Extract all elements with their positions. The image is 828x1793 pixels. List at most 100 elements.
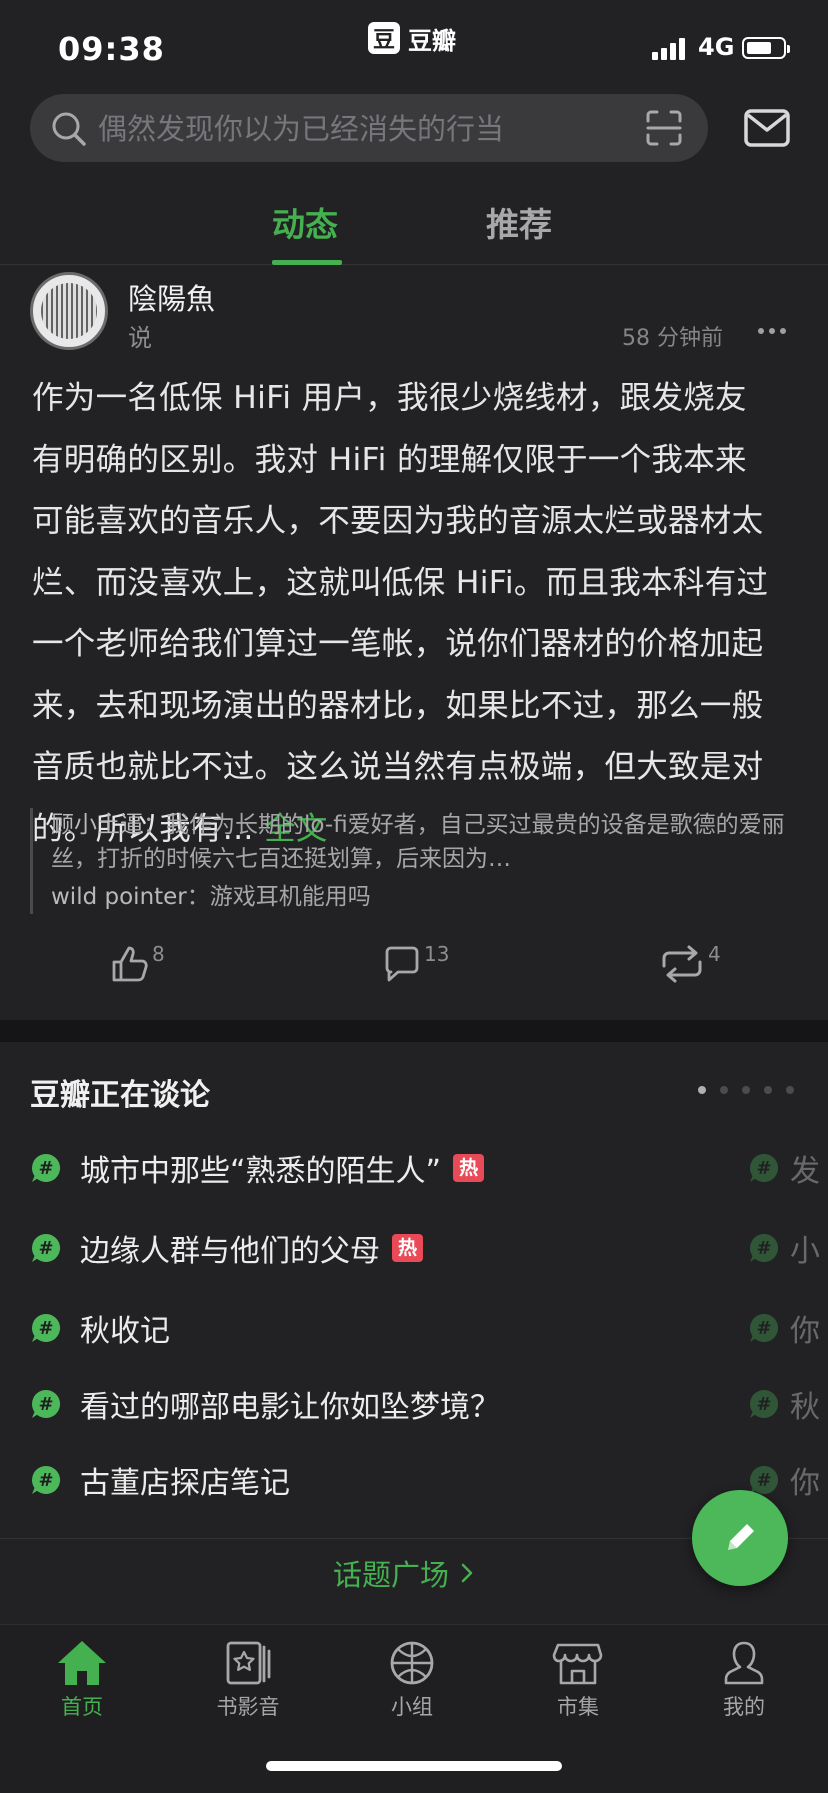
feed-tabs: 动态 推荐 — [0, 186, 828, 265]
topic-hash-icon: # — [30, 1232, 62, 1264]
comment-item: wild pointer：游戏耳机能用吗 — [51, 884, 371, 910]
topic-label: 看过的哪部电影让你如坠梦境？ — [80, 1390, 500, 1425]
repost-count: 4 — [708, 942, 721, 966]
nav-label: 小组 — [391, 1695, 433, 1719]
hot-badge: 热 — [392, 1234, 424, 1262]
svg-text:#: # — [38, 1238, 53, 1259]
topic-peek-label: 小 — [790, 1234, 820, 1269]
post-actions: 8 13 4 — [0, 942, 828, 1004]
scan-icon[interactable] — [644, 108, 684, 148]
like-button[interactable]: 8 — [110, 942, 165, 984]
post-time: 58 分钟前 — [622, 326, 723, 351]
topic-peek-label: 发 — [790, 1154, 820, 1189]
topic-item[interactable]: # 秋收记 — [30, 1306, 170, 1350]
svg-text:#: # — [756, 1158, 771, 1179]
nav-market[interactable]: 市集 — [518, 1639, 638, 1721]
avatar[interactable] — [30, 272, 108, 350]
douban-logo-icon: 豆 — [368, 22, 400, 54]
topic-peek-item[interactable]: # 发 — [748, 1146, 820, 1190]
nav-label: 书影音 — [216, 1695, 280, 1719]
comment-icon — [385, 946, 419, 982]
topic-peek-label: 秋 — [790, 1390, 820, 1425]
topic-label: 边缘人群与他们的父母 — [80, 1234, 380, 1269]
topics-title: 豆瓣正在谈论 — [30, 1078, 210, 1113]
nav-label: 我的 — [723, 1695, 765, 1719]
compose-button[interactable] — [692, 1490, 788, 1586]
tab-feed[interactable]: 动态 — [272, 198, 338, 246]
svg-text:#: # — [756, 1394, 771, 1415]
topic-peek-item[interactable]: # 秋 — [748, 1382, 820, 1426]
status-bar: 09:38 豆 豆瓣 4G — [0, 0, 828, 95]
svg-text:#: # — [38, 1158, 53, 1179]
hot-badge: 热 — [453, 1154, 485, 1182]
comment-count: 13 — [424, 942, 450, 966]
topic-hash-icon: # — [748, 1232, 780, 1264]
status-time: 09:38 — [58, 30, 165, 68]
topic-label: 古董店探店笔记 — [80, 1466, 290, 1501]
post-verb: 说 — [128, 324, 152, 352]
tab-recommend[interactable]: 推荐 — [486, 198, 552, 246]
topic-hash-icon: # — [30, 1464, 62, 1496]
like-count: 8 — [152, 942, 165, 966]
comment-author: 顾小土逼 — [51, 812, 143, 838]
topic-hash-icon: # — [748, 1388, 780, 1420]
post-body[interactable]: 作为一名低保 HiFi 用户，我很少烧线材，跟发烧友有明确的区别。我对 HiFi… — [32, 368, 772, 860]
home-indicator[interactable] — [266, 1761, 562, 1771]
app-brand: 豆 豆瓣 — [368, 22, 456, 55]
nav-profile[interactable]: 我的 — [684, 1639, 804, 1721]
signal-icon — [652, 38, 685, 60]
market-icon — [552, 1643, 603, 1685]
svg-text:#: # — [38, 1470, 53, 1491]
battery-icon — [742, 37, 790, 59]
comment-text: 游戏耳机能用吗 — [209, 884, 371, 910]
section-divider — [0, 1020, 828, 1042]
more-icon[interactable] — [758, 328, 786, 334]
svg-text:#: # — [38, 1318, 53, 1339]
comment-item: 顾小土逼：我作为长期的lo-fi爱好者，自己买过最贵的设备是歌德的爱丽丝，打折的… — [51, 812, 785, 872]
group-icon — [390, 1641, 434, 1685]
topic-square-link[interactable]: 话题广场 — [333, 1552, 475, 1594]
app-brand-label: 豆瓣 — [408, 26, 456, 55]
post-author[interactable]: 陰陽魚 — [128, 276, 215, 318]
nav-home[interactable]: 首页 — [22, 1639, 142, 1721]
search-bar[interactable] — [30, 94, 708, 162]
mail-icon[interactable] — [744, 108, 790, 148]
search-icon — [52, 112, 86, 146]
topic-item[interactable]: # 看过的哪部电影让你如坠梦境？ — [30, 1382, 500, 1426]
topic-peek-item[interactable]: # 你 — [748, 1306, 820, 1350]
topic-item[interactable]: # 城市中那些“熟悉的陌生人” 热 — [30, 1146, 485, 1190]
svg-text:#: # — [38, 1394, 53, 1415]
home-icon — [58, 1641, 106, 1685]
svg-text:#: # — [756, 1470, 771, 1491]
nav-label: 首页 — [61, 1695, 103, 1719]
topic-hash-icon: # — [30, 1312, 62, 1344]
topic-peek-label: 你 — [790, 1466, 820, 1501]
profile-icon — [724, 1641, 764, 1685]
topic-peek-label: 你 — [790, 1314, 820, 1349]
post-text: 作为一名低保 HiFi 用户，我很少烧线材，跟发烧友有明确的区别。我对 HiFi… — [32, 380, 769, 847]
topic-hash-icon: # — [30, 1152, 62, 1184]
network-type: 4G — [698, 33, 735, 61]
topic-hash-icon: # — [748, 1152, 780, 1184]
feed-post[interactable]: 陰陽魚 说 58 分钟前 作为一名低保 HiFi 用户，我很少烧线材，跟发烧友有… — [0, 264, 828, 1020]
repost-button[interactable]: 4 — [658, 942, 721, 984]
comment-author: wild pointer — [51, 884, 187, 910]
nav-groups[interactable]: 小组 — [352, 1639, 472, 1721]
topic-hash-icon: # — [30, 1388, 62, 1420]
comment-button[interactable]: 13 — [382, 942, 450, 984]
topic-label: 城市中那些“熟悉的陌生人” — [80, 1154, 442, 1189]
nav-label: 市集 — [557, 1695, 599, 1719]
topic-item[interactable]: # 古董店探店笔记 — [30, 1458, 290, 1502]
pencil-icon — [728, 1524, 754, 1550]
nav-book-movie-music[interactable]: 书影音 — [188, 1639, 308, 1721]
topic-hash-icon: # — [748, 1312, 780, 1344]
topic-label: 秋收记 — [80, 1314, 170, 1349]
book-movie-music-icon — [226, 1641, 271, 1685]
chevron-right-icon — [461, 1563, 473, 1583]
comment-preview[interactable]: 顾小土逼：我作为长期的lo-fi爱好者，自己买过最贵的设备是歌德的爱丽丝，打折的… — [30, 808, 795, 914]
topic-peek-item[interactable]: # 小 — [748, 1226, 820, 1270]
topic-item[interactable]: # 边缘人群与他们的父母 热 — [30, 1226, 424, 1270]
search-input[interactable] — [96, 108, 620, 150]
carousel-page-dots — [698, 1086, 794, 1094]
repost-icon — [662, 945, 702, 983]
